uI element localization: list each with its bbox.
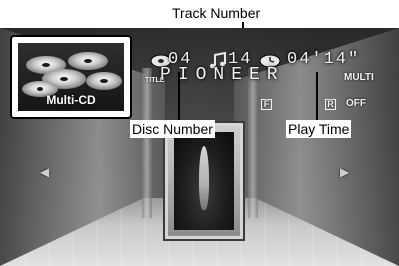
right-arrow-icon[interactable]: ▶ bbox=[340, 166, 349, 178]
play-time-callout-label: Play Time bbox=[286, 120, 352, 138]
painting-canvas bbox=[174, 132, 234, 230]
r-indicator: R bbox=[325, 99, 336, 110]
painting-figure bbox=[199, 146, 209, 210]
play-time-callout-line bbox=[316, 72, 318, 121]
disc-number-callout-line bbox=[178, 72, 180, 121]
source-thumbnail: Multi-CD bbox=[18, 43, 124, 111]
f-indicator: F bbox=[261, 99, 272, 110]
source-label: Multi-CD bbox=[46, 93, 96, 107]
off-indicator: OFF bbox=[346, 98, 366, 109]
source-selector[interactable]: Multi-CD bbox=[10, 35, 132, 119]
background-painting bbox=[165, 123, 243, 239]
play-time-value: 04'14" bbox=[287, 50, 361, 69]
pillar-left bbox=[142, 68, 152, 218]
left-arrow-icon[interactable]: ◀ bbox=[40, 166, 49, 178]
disc-number-callout-label: Disc Number bbox=[130, 120, 215, 138]
mode-indicator: MULTI bbox=[344, 72, 374, 83]
track-number-callout-label: Track Number bbox=[170, 4, 263, 22]
pillar-right bbox=[248, 68, 258, 218]
